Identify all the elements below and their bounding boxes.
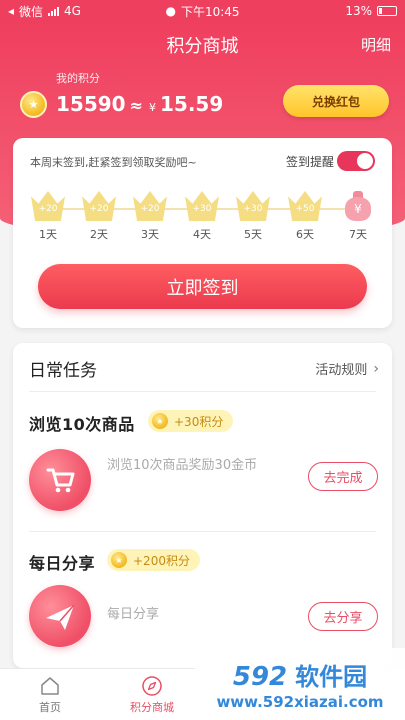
chevron-right-icon: › bbox=[373, 360, 379, 377]
task-reward-badge: ★ +200积分 bbox=[107, 549, 200, 571]
signin-remind-toggle[interactable] bbox=[337, 151, 375, 171]
divider bbox=[29, 531, 376, 532]
crown-icon: +30 bbox=[236, 191, 270, 221]
money-bag-icon: ¥ bbox=[343, 191, 373, 221]
crown-icon: +20 bbox=[31, 191, 65, 221]
carrier-label: 微信 bbox=[19, 4, 44, 19]
signin-button[interactable]: 立即签到 bbox=[38, 264, 367, 309]
crown-icon: +20 bbox=[133, 191, 167, 221]
watermark-logo: 592 软件园 www.592xiazai.com bbox=[195, 648, 405, 720]
mic-icon: ● bbox=[165, 4, 176, 18]
battery-icon bbox=[377, 6, 397, 16]
tab-label: 首页 bbox=[39, 701, 61, 714]
status-left: ◂ 微信 4G bbox=[8, 3, 81, 20]
my-points-label: 我的积分 bbox=[56, 72, 100, 85]
crown-icon: +50 bbox=[288, 191, 322, 221]
day-reward: +20 bbox=[89, 204, 109, 214]
network-label: 4G bbox=[64, 4, 81, 18]
clock: 下午10:45 bbox=[180, 4, 240, 19]
page-title: 积分商城 bbox=[166, 36, 239, 57]
watermark-brand: 592 软件园 bbox=[233, 657, 367, 692]
signin-days: +20 1天 +20 2天 +20 3天 +30 4天 +30 5天 +50 6… bbox=[29, 191, 379, 247]
watermark-word: 软件园 bbox=[295, 663, 368, 691]
signin-day: +30 4天 bbox=[183, 191, 221, 242]
task-description: 每日分享 bbox=[107, 607, 160, 622]
signin-remind-label: 签到提醒 bbox=[285, 155, 334, 169]
signin-day: +50 6天 bbox=[286, 191, 324, 242]
signin-day: +30 5天 bbox=[234, 191, 272, 242]
rules-label: 活动规则 bbox=[315, 363, 368, 378]
watermark-number: 592 bbox=[232, 662, 288, 692]
coin-icon: ★ bbox=[110, 551, 128, 569]
tab-label: 积分商城 bbox=[130, 701, 174, 714]
day-reward: +50 bbox=[295, 204, 315, 214]
task-share-button[interactable]: 去分享 bbox=[308, 602, 378, 631]
status-center: ● 下午10:45 bbox=[165, 3, 239, 20]
task-name: 每日分享 bbox=[29, 554, 96, 573]
cash-value: 15.59 bbox=[160, 92, 224, 116]
task-reward-badge: ★ +30积分 bbox=[148, 410, 234, 432]
points-value: 15590 bbox=[56, 92, 126, 116]
signin-tip: 本周末签到,赶紧签到领取奖励吧~ bbox=[30, 156, 197, 169]
day-label: 7天 bbox=[349, 228, 367, 241]
detail-link[interactable]: 明细 bbox=[361, 34, 391, 55]
task-name: 浏览10次商品 bbox=[29, 415, 135, 434]
day-reward: +20 bbox=[38, 204, 58, 214]
back-icon: ◂ bbox=[8, 4, 15, 18]
task-description: 浏览10次商品奖励30金币 bbox=[107, 458, 258, 473]
task-reward: +200积分 bbox=[133, 553, 190, 568]
crown-icon: +20 bbox=[82, 191, 116, 221]
day-reward: +30 bbox=[192, 204, 212, 214]
signin-day: +20 2天 bbox=[80, 191, 118, 242]
tasks-title: 日常任务 bbox=[29, 361, 97, 381]
exchange-red-packet-button[interactable]: 兑换红包 bbox=[283, 85, 389, 117]
coin-icon: ★ bbox=[151, 412, 169, 430]
day-label: 5天 bbox=[244, 228, 262, 241]
currency-symbol: ¥ bbox=[149, 101, 156, 114]
signin-day: +20 1天 bbox=[29, 191, 67, 242]
daily-tasks-card: 日常任务 活动规则 › 浏览10次商品 ★ +30积分 浏览10次商品奖励30金… bbox=[13, 343, 392, 668]
day-label: 6天 bbox=[296, 228, 314, 241]
task-complete-button[interactable]: 去完成 bbox=[308, 462, 378, 491]
day-label: 4天 bbox=[193, 228, 211, 241]
watermark-url: www.592xiazai.com bbox=[216, 693, 384, 711]
day-reward: +20 bbox=[140, 204, 160, 214]
day-label: 3天 bbox=[141, 228, 159, 241]
status-bar: ◂ 微信 4G ● 下午10:45 13% bbox=[0, 0, 405, 22]
money-bag-symbol: ¥ bbox=[345, 197, 371, 221]
signin-day-final: ¥ 7天 bbox=[339, 191, 377, 242]
crown-icon: +30 bbox=[185, 191, 219, 221]
signin-day: +20 3天 bbox=[131, 191, 169, 242]
paper-plane-icon bbox=[29, 585, 91, 647]
compass-icon bbox=[141, 675, 163, 697]
points-summary: 15590 ≈ ¥ 15.59 bbox=[56, 92, 223, 116]
shopping-cart-icon bbox=[29, 449, 91, 511]
battery-percent: 13% bbox=[345, 4, 372, 18]
day-reward: +30 bbox=[243, 204, 263, 214]
signin-card: 本周末签到,赶紧签到领取奖励吧~ 签到提醒 +20 1天 +20 2天 +20 … bbox=[13, 138, 392, 328]
home-icon bbox=[39, 675, 61, 697]
tab-points-mall[interactable]: 积分商城 bbox=[112, 675, 192, 715]
task-reward: +30积分 bbox=[174, 414, 224, 429]
day-label: 1天 bbox=[39, 228, 57, 241]
approx-sign: ≈ bbox=[129, 96, 143, 115]
tab-home[interactable]: 首页 bbox=[10, 675, 90, 715]
day-label: 2天 bbox=[90, 228, 108, 241]
signal-icon bbox=[48, 6, 60, 16]
divider bbox=[29, 391, 376, 392]
status-right: 13% bbox=[345, 4, 397, 18]
coin-icon: ★ bbox=[20, 91, 47, 118]
activity-rules-link[interactable]: 活动规则 › bbox=[315, 359, 379, 379]
